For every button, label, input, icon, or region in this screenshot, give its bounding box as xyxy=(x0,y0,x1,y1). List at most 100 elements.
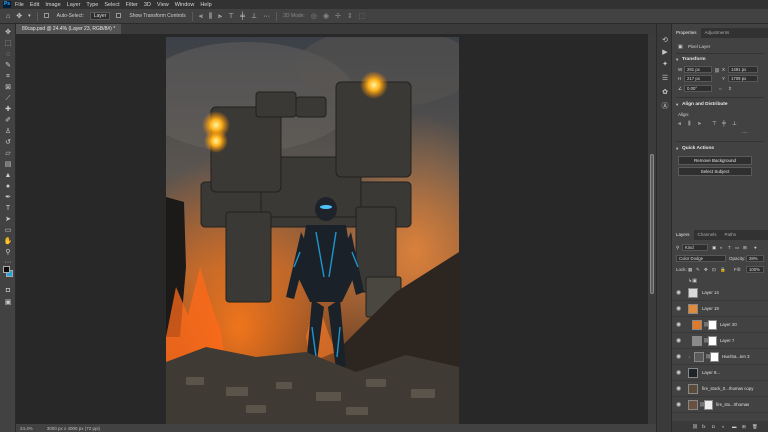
layer-row[interactable]: ◉ ⛓ Layer 7 xyxy=(672,333,768,349)
menu-edit[interactable]: Edit xyxy=(30,2,39,8)
path-select-tool-icon[interactable]: ➤ xyxy=(3,215,13,224)
home-icon[interactable]: ⌂ xyxy=(6,13,10,20)
more-options-icon[interactable]: ··· xyxy=(742,130,748,136)
layer-row[interactable]: ◉ ↓ ⛓ Hue/Sa...ten 3 xyxy=(672,349,768,365)
eye-icon[interactable]: ◉ xyxy=(676,289,681,296)
collapse-icon[interactable]: ▾ xyxy=(676,57,678,63)
more-options-icon[interactable]: ··· xyxy=(263,13,270,20)
move-tool-icon[interactable]: ✥ xyxy=(3,28,13,37)
drag-3d-icon[interactable]: ✢ xyxy=(335,13,341,20)
y-position-field[interactable]: 1709 px xyxy=(728,75,758,82)
align-top-icon[interactable]: ⊤ xyxy=(228,13,234,20)
flip-vertical-icon[interactable]: ⇕ xyxy=(728,86,732,92)
filter-pixel-icon[interactable]: ▣ xyxy=(712,245,716,251)
align-horizontal-centers-icon[interactable]: ⫼ xyxy=(688,121,691,128)
layer-name[interactable]: Layer 7 xyxy=(720,338,734,343)
menu-3d[interactable]: 3D xyxy=(144,2,151,8)
eye-icon[interactable]: ◉ xyxy=(676,353,681,360)
document-tab[interactable]: 80cap.psd @ 24.4% (Layer 23, RGB/8#) * xyxy=(16,24,122,34)
align-middle-icon[interactable]: ╪ xyxy=(240,13,245,20)
layer-row[interactable]: ◉ Layer 8... xyxy=(672,365,768,381)
layer-filter-dropdown[interactable]: Kind xyxy=(682,244,708,251)
layer-row[interactable]: ◉ fire_stock_0...rhomas copy xyxy=(672,381,768,397)
layer-style-icon[interactable]: fx xyxy=(702,424,706,429)
show-transform-checkbox[interactable] xyxy=(116,13,123,19)
new-layer-icon[interactable]: ⊞ xyxy=(742,424,746,430)
layer-mask-thumbnail[interactable] xyxy=(704,400,713,410)
menu-select[interactable]: Select xyxy=(104,2,119,8)
new-adjustment-icon[interactable]: ◐ xyxy=(722,424,725,429)
auto-select-dropdown[interactable]: Layer xyxy=(89,12,111,20)
document-canvas[interactable] xyxy=(166,37,459,424)
angle-field[interactable]: 0.00° xyxy=(684,85,712,92)
layer-name[interactable]: Layer 8... xyxy=(702,370,720,375)
move-tool-icon[interactable]: ✥ xyxy=(16,13,22,20)
delete-layer-icon[interactable]: 🗑 xyxy=(752,424,758,430)
lock-pixels-icon[interactable]: ✎ xyxy=(696,267,700,273)
link-proportions-icon[interactable]: ⛓ xyxy=(714,68,720,74)
zoom-level[interactable]: 24.4% xyxy=(20,426,33,431)
type-tool-icon[interactable]: T xyxy=(3,204,13,213)
frame-tool-icon[interactable]: ⊠ xyxy=(3,83,13,92)
layer-name[interactable]: Hue/Sa...ten 3 xyxy=(722,354,766,359)
eye-icon[interactable]: ◉ xyxy=(676,369,681,376)
flip-horizontal-icon[interactable]: ⇔ xyxy=(718,86,723,91)
glyphs-panel-icon[interactable]: Ⓐ xyxy=(660,102,670,111)
align-center-icon[interactable]: ⫼ xyxy=(209,13,212,20)
layer-row[interactable]: ◉ ⛓ Layer 20 xyxy=(672,317,768,333)
history-brush-tool-icon[interactable]: ↺ xyxy=(3,138,13,147)
layer-name[interactable]: fire_sto...rthomas xyxy=(716,402,766,407)
actions-panel-icon[interactable]: ▶ xyxy=(660,48,670,57)
zoom-tool-icon[interactable]: ⚲ xyxy=(3,248,13,257)
eraser-tool-icon[interactable]: ▱ xyxy=(3,149,13,158)
filter-toggle-icon[interactable]: ● xyxy=(754,245,757,250)
crop-tool-icon[interactable]: ⌗ xyxy=(3,72,13,81)
eye-icon[interactable]: ◉ xyxy=(676,321,681,328)
align-left-edges-icon[interactable]: ⫷ xyxy=(678,121,681,128)
screen-mode-icon[interactable]: ▣ xyxy=(3,298,13,307)
layer-row[interactable]: ◉ ⛓ fire_sto...rthomas xyxy=(672,397,768,413)
menu-image[interactable]: Image xyxy=(45,2,60,8)
menu-window[interactable]: Window xyxy=(175,2,195,8)
filter-adjustment-icon[interactable]: ◐ xyxy=(720,245,723,250)
align-right-edges-icon[interactable]: ⫸ xyxy=(698,121,701,128)
align-top-edges-icon[interactable]: ⊤ xyxy=(712,121,717,127)
scrollbar-thumb[interactable] xyxy=(650,154,654,294)
foreground-color-swatch[interactable] xyxy=(3,266,10,273)
gradient-tool-icon[interactable]: ▤ xyxy=(3,160,13,169)
eye-icon[interactable]: ◉ xyxy=(676,401,681,408)
scale-3d-icon[interactable]: ⬚ xyxy=(359,13,366,20)
align-vertical-centers-icon[interactable]: ╪ xyxy=(722,121,726,127)
chevron-down-icon[interactable]: ▾ xyxy=(28,13,31,19)
menu-file[interactable]: File xyxy=(15,2,24,8)
blend-mode-dropdown[interactable]: Color Dodge xyxy=(676,255,726,262)
collapse-icon[interactable]: ▾ xyxy=(676,102,678,108)
opacity-field[interactable]: 28% xyxy=(746,255,764,262)
menu-view[interactable]: View xyxy=(157,2,169,8)
dodge-tool-icon[interactable]: ● xyxy=(3,182,13,191)
align-bottom-edges-icon[interactable]: ⊥ xyxy=(732,121,737,127)
menu-type[interactable]: Type xyxy=(86,2,98,8)
layer-name[interactable]: fire_stock_0...rhomas copy xyxy=(702,386,766,391)
shape-tool-icon[interactable]: ▭ xyxy=(3,226,13,235)
lock-artboard-icon[interactable]: ⊡ xyxy=(712,267,716,273)
height-field[interactable]: 217 px xyxy=(684,75,712,82)
layer-mask-thumbnail[interactable] xyxy=(708,320,717,330)
add-mask-icon[interactable]: ◘ xyxy=(712,424,715,429)
lasso-tool-icon[interactable]: ◌ xyxy=(3,50,13,59)
lock-all-icon[interactable]: 🔒 xyxy=(720,267,726,273)
quick-select-tool-icon[interactable]: ✎ xyxy=(3,61,13,70)
filter-shape-icon[interactable]: ▭ xyxy=(735,245,739,251)
canvas-scrollbar[interactable] xyxy=(648,34,656,424)
brush-tool-icon[interactable]: ✐ xyxy=(3,116,13,125)
layer-name[interactable]: Layer 19 xyxy=(702,306,719,311)
layer-row[interactable]: ◉ Layer 14 xyxy=(672,285,768,301)
auto-select-checkbox[interactable] xyxy=(43,13,51,19)
align-left-icon[interactable]: ⫷ xyxy=(199,13,203,20)
brush-panel-icon[interactable]: ✦ xyxy=(660,60,670,69)
select-subject-button[interactable]: Select Subject xyxy=(678,167,752,176)
eyedropper-tool-icon[interactable]: ⟋ xyxy=(3,94,13,103)
link-layers-icon[interactable]: ⛓ xyxy=(692,424,698,430)
fill-field[interactable]: 100% xyxy=(746,266,764,273)
blur-tool-icon[interactable]: ▲ xyxy=(3,171,13,180)
